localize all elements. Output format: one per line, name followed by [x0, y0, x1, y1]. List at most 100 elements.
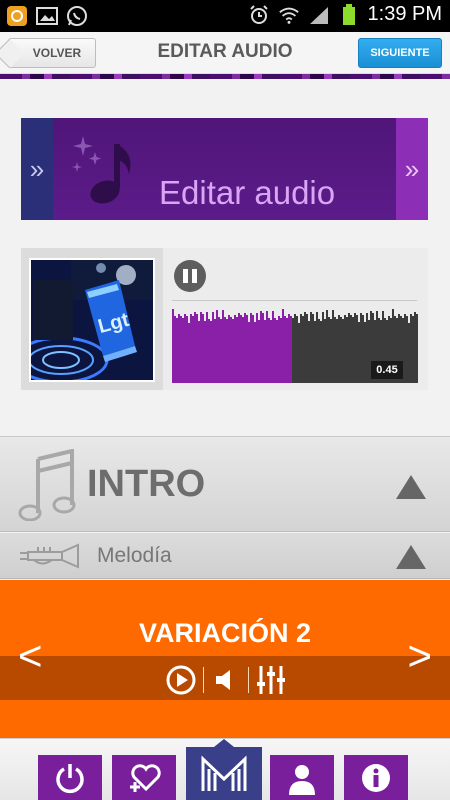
waveform-played-bar	[194, 312, 196, 383]
bottom-navigation-bar	[0, 738, 450, 800]
waveform-bar	[404, 314, 406, 383]
waveform-played-bar	[252, 315, 254, 383]
waveform-played-bar	[230, 317, 232, 383]
waveform-bar	[330, 319, 332, 383]
waveform-bar	[360, 313, 362, 383]
waveform-bar	[350, 315, 352, 383]
waveform-bar	[320, 321, 322, 383]
wifi-icon	[278, 4, 300, 26]
waveform-bar	[298, 323, 300, 383]
playback-position: 0.45	[371, 361, 403, 379]
waveform-played-bar	[234, 315, 236, 383]
waveform-bar	[348, 313, 350, 383]
waveform-bar	[412, 316, 414, 383]
intro-section[interactable]: INTRO	[0, 436, 450, 532]
waveform-bar	[368, 320, 370, 383]
home-logo-button[interactable]	[186, 747, 262, 800]
waveform-played-bar	[290, 316, 292, 383]
waveform-bar	[416, 314, 418, 383]
waveform-bar	[302, 316, 304, 383]
waveform-played-bar	[266, 311, 268, 383]
banner-title: Editar audio	[159, 174, 336, 211]
waveform-bar	[342, 319, 344, 383]
waveform-bar	[318, 319, 320, 383]
triangle-up-icon[interactable]	[396, 545, 426, 569]
mixer-logo-icon	[201, 755, 247, 791]
double-chevron-right-icon: »	[396, 118, 428, 220]
status-bar-system: 1:39 PM	[248, 3, 442, 26]
power-button[interactable]	[38, 755, 102, 800]
waveform-played-bar	[190, 314, 192, 383]
pause-button[interactable]	[174, 260, 206, 292]
waveform-bar	[352, 317, 354, 383]
waveform-played-bar	[244, 313, 246, 383]
waveform-bar	[294, 314, 296, 383]
waveform-played-bar	[264, 320, 266, 383]
mute-variation-button[interactable]	[204, 663, 248, 697]
add-favorite-button[interactable]	[112, 755, 176, 800]
waveform-bar	[336, 319, 338, 383]
waveform-played-bar	[176, 318, 178, 383]
back-button[interactable]: VOLVER	[8, 38, 96, 68]
waveform-played-bar	[198, 321, 200, 383]
waveform-played-bar	[222, 310, 224, 383]
waveform-played-bar	[258, 320, 260, 383]
waveform-played-bar	[224, 317, 226, 383]
signal-icon	[308, 4, 330, 26]
edit-audio-banner: » Editar audio »	[21, 118, 428, 220]
waveform-played-bar	[274, 318, 276, 383]
waveform-bar	[340, 317, 342, 383]
waveform-bar	[414, 312, 416, 383]
next-button[interactable]: SIGUIENTE	[358, 38, 442, 68]
music-note-sparkle-icon	[72, 136, 131, 204]
waveform-bar	[300, 314, 302, 383]
waveform-played-bar	[228, 315, 230, 383]
battery-icon	[338, 3, 360, 26]
power-icon	[56, 764, 84, 794]
waveform-played-bar	[240, 315, 242, 383]
waveform-bar	[338, 315, 340, 383]
info-button[interactable]	[344, 755, 408, 800]
waveform-played-bar	[210, 321, 212, 383]
waveform-bar	[312, 314, 314, 383]
waveform-played-bar	[268, 318, 270, 383]
waveform-played-bar	[218, 317, 220, 383]
waveform-bar	[364, 322, 366, 383]
melodia-section[interactable]: Melodía	[0, 533, 450, 579]
waveform-played-bar	[172, 309, 174, 383]
waveform-played-bar	[212, 312, 214, 383]
waveform-played-bar	[246, 315, 248, 383]
variation-selector: VARIACIÓN 2 < >	[0, 580, 450, 738]
waveform-played-bar	[206, 312, 208, 383]
waveform-played-bar	[208, 319, 210, 383]
profile-button[interactable]	[270, 755, 334, 800]
triangle-up-icon[interactable]	[396, 475, 426, 499]
waveform-bar	[334, 317, 336, 383]
waveform-played-bar	[280, 318, 282, 383]
add-favorite-icon	[130, 764, 161, 792]
waveform-bar	[324, 319, 326, 383]
equalizer-icon	[257, 666, 285, 694]
waveform-played-bar	[250, 313, 252, 383]
volume-icon	[216, 670, 230, 690]
decorative-stripe	[0, 74, 450, 79]
waveform-bar	[314, 321, 316, 383]
waveform-played-bar	[248, 322, 250, 383]
waveform-bar	[308, 321, 310, 383]
waveform-played-bar	[204, 321, 206, 383]
album-cover-image: Lgt	[29, 258, 155, 382]
waveform-bar	[410, 314, 412, 383]
equalizer-button[interactable]	[249, 663, 293, 697]
next-variation-button[interactable]: >	[407, 632, 432, 680]
waveform-bar	[362, 315, 364, 383]
waveform-played-bar	[200, 312, 202, 383]
waveform-bar	[406, 316, 408, 383]
waveform-played-bar	[254, 322, 256, 383]
waveform-bar	[326, 310, 328, 383]
waveform-bar	[354, 313, 356, 383]
previous-variation-button[interactable]: <	[18, 632, 43, 680]
waveform-bar	[356, 315, 358, 383]
waveform-played-bar	[256, 313, 258, 383]
play-variation-button[interactable]	[159, 663, 203, 697]
waveform-played-bar	[262, 313, 264, 383]
